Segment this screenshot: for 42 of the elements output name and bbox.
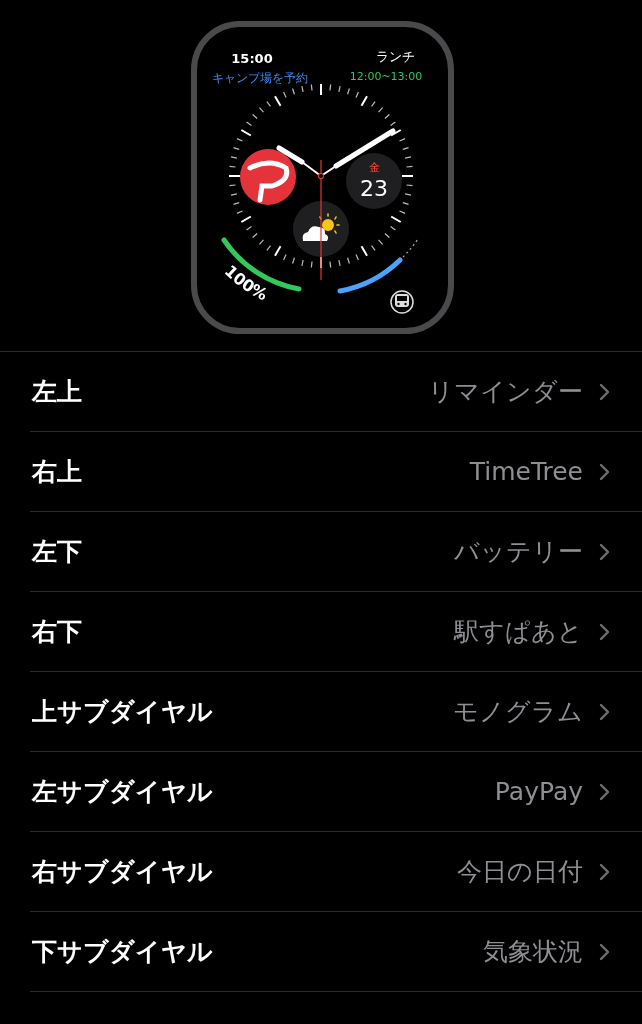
complication-row[interactable]: 左下 バッテリー <box>30 512 642 592</box>
date-dial <box>345 153 402 209</box>
complication-row[interactable]: 下サブダイヤル 気象状況 <box>30 912 642 992</box>
row-label: 右上 <box>30 456 82 488</box>
weekday: 金 <box>368 161 379 174</box>
row-value: 今日の日付 <box>457 856 583 888</box>
row-label: 下サブダイヤル <box>31 936 213 968</box>
complication-row[interactable]: 上サブダイヤル モノグラム <box>30 672 642 752</box>
train-icon <box>389 290 414 314</box>
complication-row[interactable]: 左サブダイヤル PayPay <box>30 752 642 832</box>
event-title: ランチ <box>375 49 414 64</box>
row-value: バッテリー <box>454 536 583 568</box>
complication-row[interactable]: 左上 リマインダー <box>30 352 642 432</box>
event-time: 15:00 <box>230 51 273 66</box>
chevron-icon <box>599 462 610 481</box>
row-value: 駅すぱあと <box>454 616 583 648</box>
row-label: 左サブダイヤル <box>30 776 213 808</box>
row-label: 左上 <box>30 376 82 408</box>
reminder-text: キャンプ場を予約 <box>211 71 308 85</box>
row-label: 右下 <box>30 616 82 648</box>
day-number: 23 <box>359 176 388 201</box>
payment-logo-icon <box>239 149 296 205</box>
chevron-icon <box>599 702 610 721</box>
event-time: 12:00~13:00 <box>349 70 422 83</box>
chevron-icon <box>599 542 610 561</box>
chevron-icon <box>599 862 610 881</box>
complication-row[interactable]: 右上 TimeTree <box>30 432 642 512</box>
chevron-icon <box>599 942 610 961</box>
row-value: モノグラム <box>453 696 583 728</box>
row-value: PayPay <box>494 777 583 806</box>
row-value: リマインダー <box>428 376 583 408</box>
complication-row[interactable]: 右下 駅すぱあと <box>30 592 642 672</box>
row-label: 上サブダイヤル <box>31 696 213 728</box>
row-label: 右サブダイヤル <box>30 856 213 888</box>
row-value: 気象状況 <box>483 936 583 968</box>
row-label: 左下 <box>30 536 82 568</box>
chevron-icon <box>599 782 610 801</box>
chevron-icon <box>599 382 610 401</box>
row-value: TimeTree <box>469 457 583 486</box>
complication-row[interactable]: 右サブダイヤル 今日の日付 <box>30 832 642 912</box>
sun-cloud-icon <box>302 213 340 241</box>
chevron-icon <box>599 622 610 641</box>
